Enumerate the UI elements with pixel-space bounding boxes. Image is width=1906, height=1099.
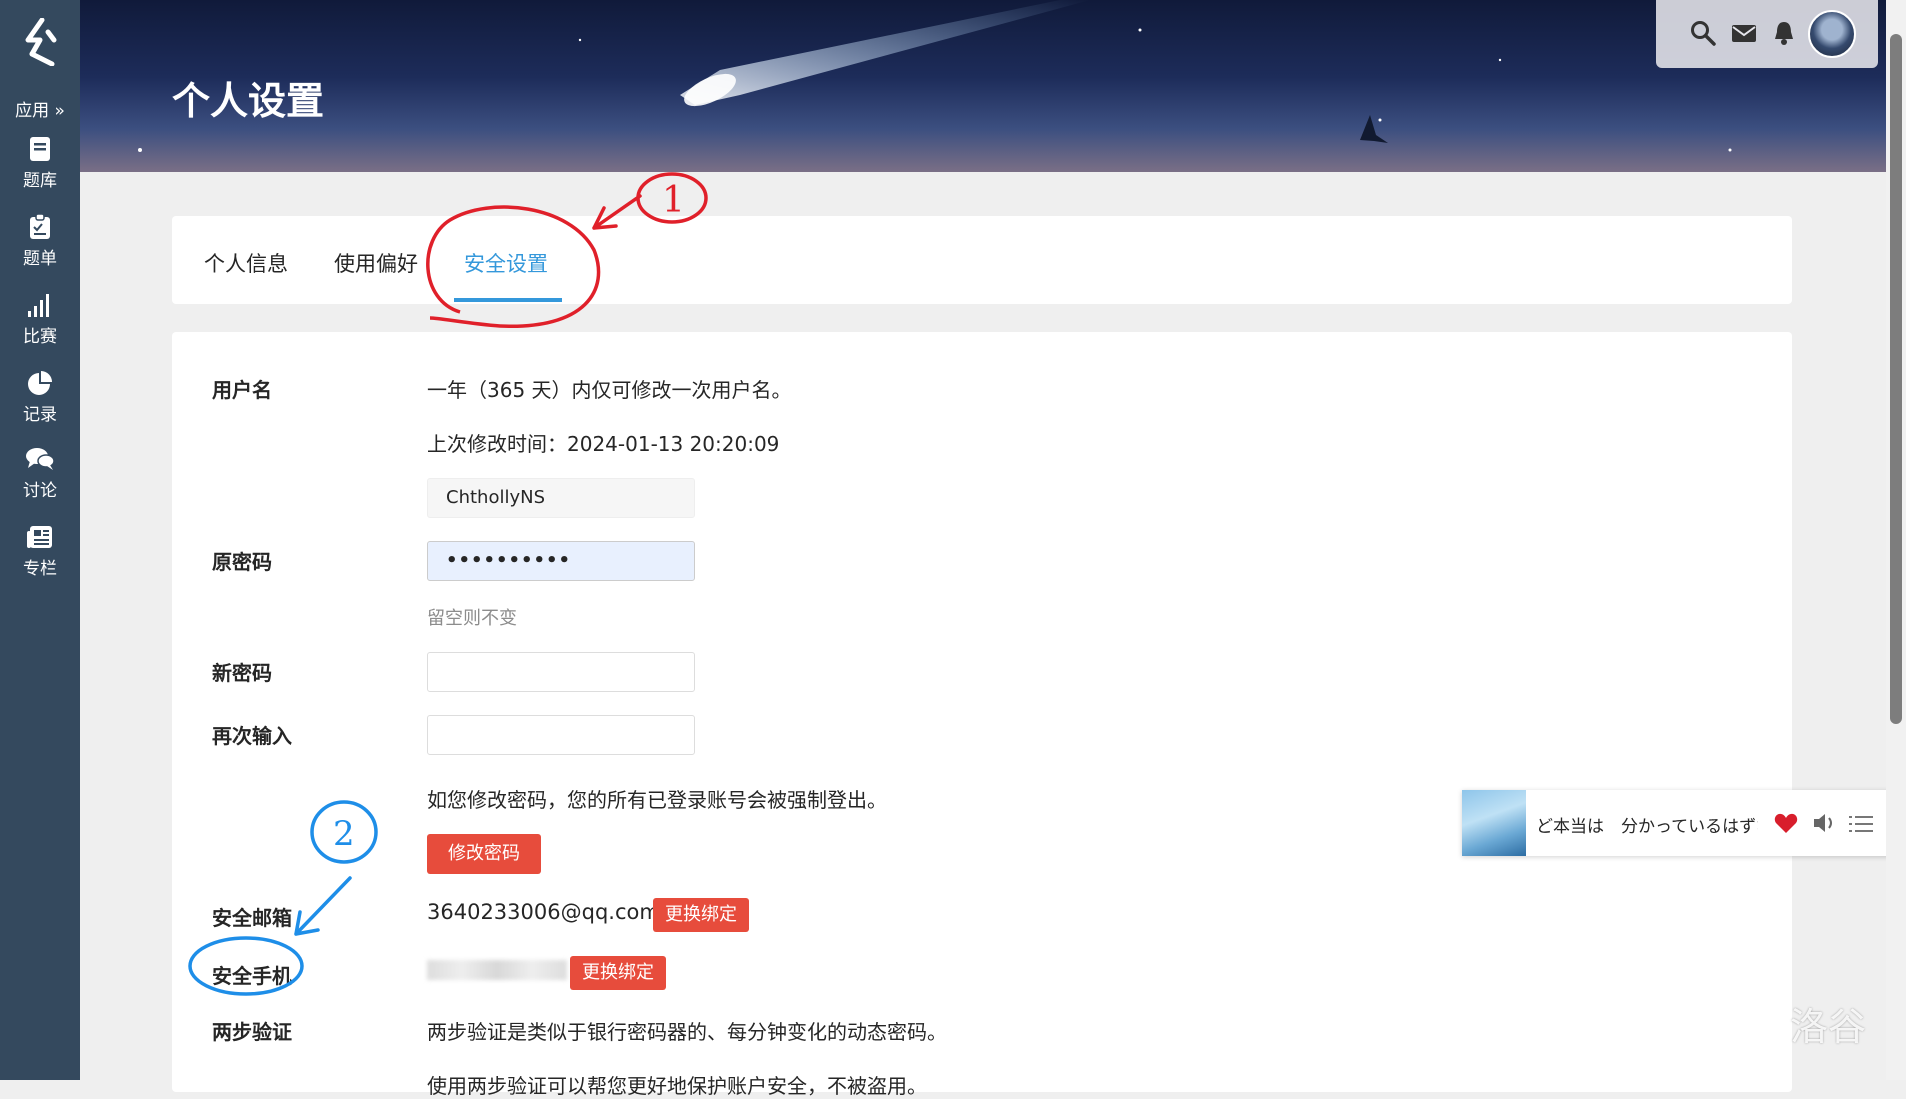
page-title: 个人设置 bbox=[172, 79, 325, 123]
sidebar: 应用 » 题库 题单 比赛 记录 讨论 专栏 bbox=[0, 0, 80, 1080]
change-phone-button[interactable]: 更换绑定 bbox=[570, 956, 666, 990]
newspaper-icon bbox=[27, 526, 52, 548]
sidebar-item-label: 题库 bbox=[23, 171, 57, 191]
sidebar-item-label: 讨论 bbox=[23, 481, 57, 501]
username-input[interactable]: ChthollyNS bbox=[427, 478, 695, 518]
apps-toggle[interactable]: 应用 » bbox=[0, 96, 80, 121]
two-factor-description: 两步验证是类似于银行密码器的、每分钟变化的动态密码。 bbox=[427, 1020, 947, 1044]
tab-security[interactable]: 安全设置 bbox=[464, 248, 548, 278]
old-password-input[interactable]: •••••••••• bbox=[427, 541, 695, 581]
sidebar-item-lists[interactable]: 题单 bbox=[0, 214, 80, 269]
double-chevron-right-icon: » bbox=[54, 101, 65, 121]
volume-icon[interactable] bbox=[1812, 812, 1838, 834]
album-cover[interactable] bbox=[1462, 790, 1526, 856]
username-label: 用户名 bbox=[212, 378, 272, 402]
change-password-button[interactable]: 修改密码 bbox=[427, 834, 541, 874]
red-number-circle bbox=[636, 172, 708, 224]
new-password-input[interactable] bbox=[427, 652, 695, 692]
active-tab-indicator bbox=[454, 298, 562, 302]
scrollbar-thumb[interactable] bbox=[1890, 34, 1902, 724]
repeat-password-input[interactable] bbox=[427, 715, 695, 755]
username-last-modified: 上次修改时间：2024-01-13 20:20:09 bbox=[427, 432, 780, 456]
annotation-number-1: 1 bbox=[662, 180, 685, 221]
pie-chart-icon bbox=[28, 371, 52, 395]
search-icon[interactable] bbox=[1690, 20, 1716, 46]
password-logout-warning: 如您修改密码，您的所有已登录账号会被强制登出。 bbox=[427, 788, 887, 812]
two-factor-description-2: 使用两步验证可以帮您更好地保护账户安全，不被盗用。 bbox=[427, 1074, 927, 1098]
old-password-hint: 留空则不变 bbox=[427, 608, 517, 629]
settings-tabs: 个人信息 使用偏好 安全设置 bbox=[172, 216, 1792, 304]
bar-chart-icon bbox=[28, 294, 49, 317]
starry-sky-background bbox=[138, 0, 1732, 152]
apps-label: 应用 bbox=[15, 101, 50, 121]
sidebar-item-label: 题单 bbox=[23, 249, 57, 269]
repeat-password-label: 再次输入 bbox=[212, 724, 292, 748]
sidebar-item-columns[interactable]: 专栏 bbox=[0, 524, 80, 579]
envelope-icon[interactable] bbox=[1731, 20, 1757, 46]
song-title: ど本当は 分かっているはずなのに bbox=[1536, 817, 1758, 837]
sidebar-item-problems[interactable]: 题库 bbox=[0, 136, 80, 191]
change-email-button[interactable]: 更换绑定 bbox=[653, 898, 749, 932]
sidebar-item-contests[interactable]: 比赛 bbox=[0, 292, 80, 347]
clipboard-icon bbox=[30, 214, 50, 239]
phone-number-redacted bbox=[427, 960, 567, 980]
security-email-label: 安全邮箱 bbox=[212, 906, 292, 930]
two-factor-label: 两步验证 bbox=[212, 1020, 292, 1044]
sidebar-item-discuss[interactable]: 讨论 bbox=[0, 446, 80, 501]
page-scrollbar[interactable] bbox=[1886, 0, 1906, 1080]
security-email-value: 3640233006@qq.com bbox=[427, 900, 660, 924]
header-banner: 个人设置 bbox=[80, 0, 1886, 172]
avatar[interactable] bbox=[1808, 10, 1856, 58]
luogu-watermark: 洛谷 bbox=[1790, 1005, 1867, 1049]
sidebar-item-label: 专栏 bbox=[23, 559, 57, 579]
sidebar-item-label: 比赛 bbox=[23, 327, 57, 347]
username-change-note: 一年（365 天）内仅可修改一次用户名。 bbox=[427, 378, 792, 402]
comments-icon bbox=[26, 448, 55, 470]
sidebar-item-label: 记录 bbox=[23, 405, 57, 425]
heart-icon[interactable] bbox=[1774, 812, 1798, 834]
music-player: ど本当は 分かっているはずなのに bbox=[1462, 790, 1906, 856]
bell-icon[interactable] bbox=[1772, 20, 1796, 46]
header-toolbar bbox=[1656, 0, 1878, 68]
tab-preferences[interactable]: 使用偏好 bbox=[334, 248, 418, 278]
old-password-label: 原密码 bbox=[212, 550, 272, 574]
security-phone-label: 安全手机 bbox=[212, 964, 292, 988]
luogu-logo-icon[interactable] bbox=[18, 18, 62, 66]
security-settings-form: 用户名 一年（365 天）内仅可修改一次用户名。 上次修改时间：2024-01-… bbox=[172, 332, 1792, 1098]
book-icon bbox=[30, 137, 50, 161]
tab-personal-info[interactable]: 个人信息 bbox=[204, 248, 288, 278]
sidebar-item-records[interactable]: 记录 bbox=[0, 370, 80, 425]
new-password-label: 新密码 bbox=[212, 661, 272, 685]
playlist-icon[interactable] bbox=[1849, 814, 1873, 834]
